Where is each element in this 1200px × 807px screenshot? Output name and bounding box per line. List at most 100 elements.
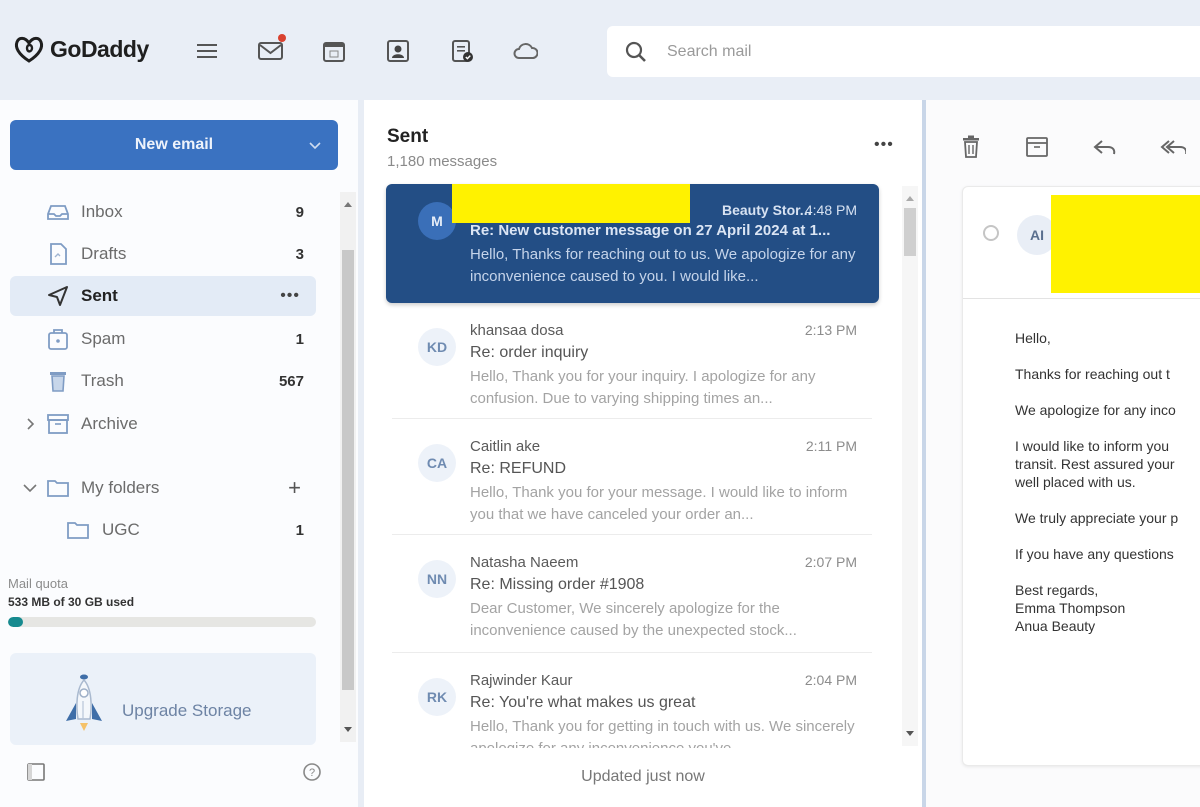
search-bar[interactable] <box>607 26 1200 77</box>
sidebar-item-inbox[interactable]: Inbox 9 <box>10 192 316 232</box>
archive-icon[interactable] <box>1024 134 1050 160</box>
message-sender: Caitlin ake <box>470 438 541 455</box>
message-subject: Re: New customer message on 27 April 202… <box>470 222 831 239</box>
search-input[interactable] <box>667 42 1147 61</box>
rocket-icon <box>66 674 102 731</box>
godaddy-logo-icon <box>14 36 44 63</box>
trash-icon <box>46 369 70 393</box>
unread-count: 1 <box>295 521 304 539</box>
add-folder-button[interactable]: + <box>288 475 302 501</box>
quota-title: Mail quota <box>8 576 68 591</box>
sidebar-item-spam[interactable]: Spam 1 <box>10 319 316 359</box>
unread-count: 9 <box>295 203 304 221</box>
sidebar: New email Inbox 9 Drafts 3 Sent ••• Spam… <box>0 100 358 807</box>
top-header: GoDaddy <box>0 0 1200 100</box>
search-icon <box>623 39 649 65</box>
reply-all-icon[interactable] <box>1160 134 1186 160</box>
chevron-right-icon[interactable] <box>22 416 38 432</box>
message-list-scrollbar[interactable] <box>902 186 918 746</box>
body-paragraph: I would like to inform you transit. Rest… <box>1015 438 1175 490</box>
reply-icon[interactable] <box>1092 134 1118 160</box>
scrollbar-thumb[interactable] <box>904 208 916 256</box>
message-item[interactable]: NN Natasha Naeem 2:07 PM Re: Missing ord… <box>386 544 879 650</box>
unread-count: 3 <box>295 245 304 263</box>
mail-quota: Mail quota 533 MB of 30 GB used <box>8 576 318 627</box>
archive-icon <box>46 412 70 436</box>
delete-icon[interactable] <box>958 134 984 160</box>
message-preview: Hello, Thank you for your inquiry. I apo… <box>470 368 816 407</box>
menu-icon[interactable] <box>194 38 220 64</box>
sidebar-item-my-folders[interactable]: My folders + <box>10 468 316 508</box>
divider <box>392 534 872 535</box>
avatar: NN <box>418 560 456 598</box>
new-email-button[interactable]: New email <box>10 120 338 170</box>
brand-logo[interactable]: GoDaddy <box>12 34 149 64</box>
chevron-down-icon[interactable] <box>22 480 38 496</box>
sidebar-scrollbar[interactable] <box>340 192 356 742</box>
folder-icon <box>46 476 70 500</box>
scroll-up-icon[interactable] <box>906 196 914 201</box>
message-time: 2:07 PM <box>804 554 857 570</box>
svg-text:?: ? <box>309 767 315 779</box>
body-paragraph: If you have any questions <box>1015 546 1174 562</box>
chevron-down-icon[interactable] <box>306 136 324 154</box>
folder-label: Inbox <box>81 202 123 221</box>
mail-icon[interactable] <box>258 34 286 64</box>
calendar-icon[interactable] <box>321 38 347 64</box>
tasks-icon[interactable] <box>449 38 475 64</box>
sidebar-item-ugc[interactable]: UGC 1 <box>10 510 316 550</box>
message-item[interactable]: RK Rajwinder Kaur 2:04 PM Re: You're wha… <box>386 662 879 748</box>
redaction-box <box>452 184 690 223</box>
message-preview: Dear Customer, We sincerely apologize fo… <box>470 600 797 639</box>
message-count: 1,180 messages <box>387 153 498 170</box>
new-email-label: New email <box>134 136 214 153</box>
message-item[interactable]: M Beauty Stor... 4:48 PM Re: New custome… <box>386 184 879 303</box>
avatar: M <box>418 202 456 240</box>
divider <box>392 652 872 653</box>
brand-name: GoDaddy <box>50 35 149 62</box>
scroll-down-icon[interactable] <box>906 731 914 736</box>
avatar: CA <box>418 444 456 482</box>
more-options-icon[interactable]: ••• <box>874 136 894 154</box>
body-paragraph: Thanks for reaching out t <box>1015 366 1170 382</box>
message-time: 2:11 PM <box>805 438 857 454</box>
unread-count: 1 <box>295 330 304 348</box>
message-item[interactable]: KD khansaa dosa 2:13 PM Re: order inquir… <box>386 312 879 418</box>
reading-pane: AI Hello, Thanks for reaching out t We a… <box>926 100 1200 807</box>
inbox-icon <box>46 200 70 224</box>
sidebar-item-trash[interactable]: Trash 567 <box>10 361 316 401</box>
folder-label: Sent <box>81 286 118 305</box>
upgrade-storage-button[interactable]: Upgrade Storage <box>10 653 316 745</box>
message-item[interactable]: CA Caitlin ake 2:11 PM Re: REFUND Hello,… <box>386 428 879 534</box>
unread-count: 567 <box>278 372 304 390</box>
sidebar-item-drafts[interactable]: Drafts 3 <box>10 234 316 274</box>
scroll-up-icon[interactable] <box>344 202 352 207</box>
redaction-box <box>1051 195 1200 293</box>
scroll-down-icon[interactable] <box>344 727 352 732</box>
select-radio[interactable] <box>983 225 999 241</box>
collapse-pane-icon[interactable] <box>26 762 46 782</box>
quota-progress-bar <box>8 617 316 627</box>
folder-icon <box>66 518 90 542</box>
scrollbar-thumb[interactable] <box>342 250 354 690</box>
notification-dot <box>278 34 286 42</box>
body-paragraph: We apologize for any inco <box>1015 402 1176 418</box>
cloud-icon[interactable] <box>512 38 538 64</box>
message-list-pane: Sent 1,180 messages ••• M Beauty Stor...… <box>364 100 922 807</box>
message-time: 2:13 PM <box>804 322 857 338</box>
contacts-icon[interactable] <box>385 38 411 64</box>
folder-label: UGC <box>102 520 140 539</box>
sidebar-item-sent[interactable]: Sent ••• <box>10 276 316 316</box>
message-sender: Beauty Stor... <box>722 202 812 218</box>
help-icon[interactable]: ? <box>302 762 322 782</box>
message-header: AI <box>963 187 1200 299</box>
sent-icon <box>46 284 70 308</box>
folder-label: Spam <box>81 329 126 348</box>
body-paragraph: Hello, <box>1015 330 1051 346</box>
message-sender: Natasha Naeem <box>470 554 579 571</box>
message-body: Hello, Thanks for reaching out t We apol… <box>1015 329 1200 653</box>
message-preview: Hello, Thanks for reaching out to us. We… <box>470 246 856 285</box>
sidebar-item-archive[interactable]: Archive <box>10 404 316 444</box>
message-time: 2:04 PM <box>804 672 857 688</box>
more-options-icon[interactable]: ••• <box>280 287 300 305</box>
